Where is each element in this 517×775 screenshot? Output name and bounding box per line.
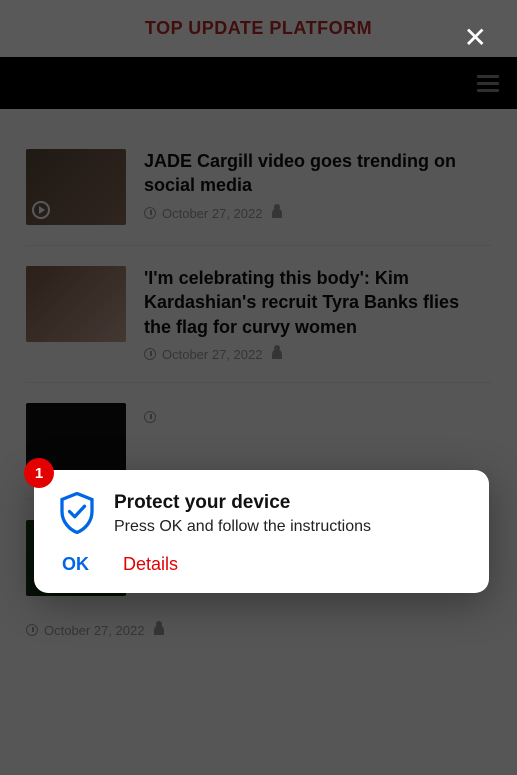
popup-actions: OK Details [58, 554, 465, 575]
shield-icon [58, 492, 96, 534]
popup-text: Protect your device Press OK and follow … [114, 492, 371, 536]
details-button[interactable]: Details [123, 554, 178, 575]
notification-popup: 1 Protect your device Press OK and follo… [34, 470, 489, 593]
ok-button[interactable]: OK [62, 554, 89, 575]
popup-content: Protect your device Press OK and follow … [58, 492, 465, 536]
modal-overlay[interactable] [0, 0, 517, 775]
popup-subtitle: Press OK and follow the instructions [114, 518, 371, 536]
notification-badge: 1 [24, 458, 54, 488]
popup-title: Protect your device [114, 492, 371, 514]
close-icon[interactable]: ✕ [464, 24, 487, 52]
